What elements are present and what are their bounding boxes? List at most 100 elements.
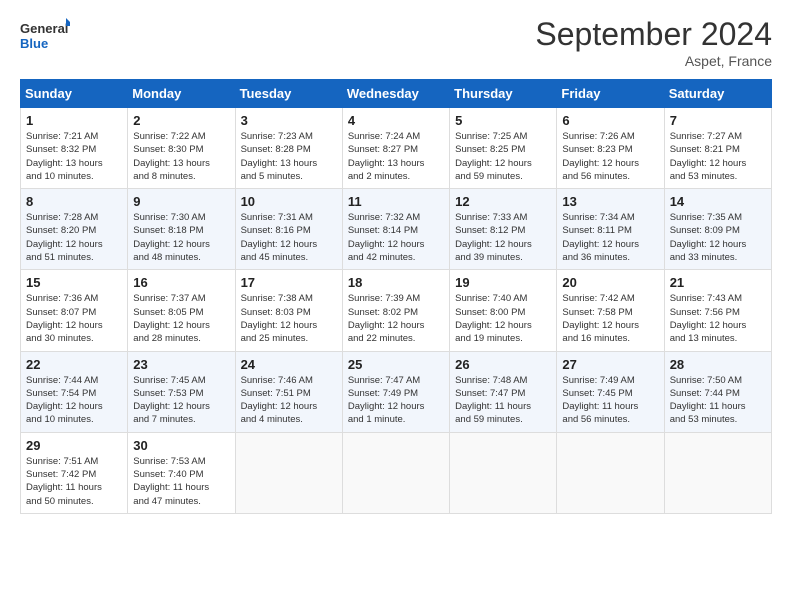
calendar-day-14: 14 Sunrise: 7:35 AMSunset: 8:09 PMDayligh…	[664, 189, 771, 270]
day-info: Sunrise: 7:37 AMSunset: 8:05 PMDaylight:…	[133, 292, 229, 345]
logo: General Blue	[20, 16, 70, 56]
day-info: Sunrise: 7:42 AMSunset: 7:58 PMDaylight:…	[562, 292, 658, 345]
calendar-day-19: 19 Sunrise: 7:40 AMSunset: 8:00 PMDayligh…	[450, 270, 557, 351]
day-info: Sunrise: 7:22 AMSunset: 8:30 PMDaylight:…	[133, 130, 229, 183]
empty-cell	[557, 432, 664, 513]
calendar-header: SundayMondayTuesdayWednesdayThursdayFrid…	[21, 80, 772, 108]
day-info: Sunrise: 7:25 AMSunset: 8:25 PMDaylight:…	[455, 130, 551, 183]
day-info: Sunrise: 7:53 AMSunset: 7:40 PMDaylight:…	[133, 455, 229, 508]
calendar-day-18: 18 Sunrise: 7:39 AMSunset: 8:02 PMDayligh…	[342, 270, 449, 351]
page: General Blue September 2024 Aspet, Franc…	[0, 0, 792, 612]
calendar-week-3: 15 Sunrise: 7:36 AMSunset: 8:07 PMDayligh…	[21, 270, 772, 351]
day-info: Sunrise: 7:27 AMSunset: 8:21 PMDaylight:…	[670, 130, 766, 183]
day-info: Sunrise: 7:43 AMSunset: 7:56 PMDaylight:…	[670, 292, 766, 345]
day-number: 6	[562, 113, 658, 128]
day-number: 12	[455, 194, 551, 209]
day-number: 28	[670, 357, 766, 372]
day-info: Sunrise: 7:49 AMSunset: 7:45 PMDaylight:…	[562, 374, 658, 427]
svg-text:General: General	[20, 21, 68, 36]
day-info: Sunrise: 7:23 AMSunset: 8:28 PMDaylight:…	[241, 130, 337, 183]
calendar-day-11: 11 Sunrise: 7:32 AMSunset: 8:14 PMDayligh…	[342, 189, 449, 270]
header-cell-sunday: Sunday	[21, 80, 128, 108]
day-info: Sunrise: 7:36 AMSunset: 8:07 PMDaylight:…	[26, 292, 122, 345]
calendar-day-28: 28Sunrise: 7:50 AMSunset: 7:44 PMDayligh…	[664, 351, 771, 432]
day-number: 11	[348, 194, 444, 209]
header-cell-tuesday: Tuesday	[235, 80, 342, 108]
header-cell-thursday: Thursday	[450, 80, 557, 108]
calendar-day-4: 4 Sunrise: 7:24 AMSunset: 8:27 PMDaylight…	[342, 108, 449, 189]
day-info: Sunrise: 7:31 AMSunset: 8:16 PMDaylight:…	[241, 211, 337, 264]
calendar-day-25: 25 Sunrise: 7:47 AMSunset: 7:49 PMDayligh…	[342, 351, 449, 432]
day-info: Sunrise: 7:39 AMSunset: 8:02 PMDaylight:…	[348, 292, 444, 345]
calendar-day-3: 3 Sunrise: 7:23 AMSunset: 8:28 PMDaylight…	[235, 108, 342, 189]
day-info: Sunrise: 7:32 AMSunset: 8:14 PMDaylight:…	[348, 211, 444, 264]
day-number: 8	[26, 194, 122, 209]
calendar-day-26: 26Sunrise: 7:48 AMSunset: 7:47 PMDayligh…	[450, 351, 557, 432]
header-cell-friday: Friday	[557, 80, 664, 108]
calendar-day-12: 12 Sunrise: 7:33 AMSunset: 8:12 PMDayligh…	[450, 189, 557, 270]
calendar-day-22: 22 Sunrise: 7:44 AMSunset: 7:54 PMDayligh…	[21, 351, 128, 432]
day-number: 25	[348, 357, 444, 372]
day-info: Sunrise: 7:33 AMSunset: 8:12 PMDaylight:…	[455, 211, 551, 264]
header-cell-monday: Monday	[128, 80, 235, 108]
calendar-body: 1 Sunrise: 7:21 AMSunset: 8:32 PMDaylight…	[21, 108, 772, 514]
day-number: 15	[26, 275, 122, 290]
day-number: 1	[26, 113, 122, 128]
calendar-day-9: 9Sunrise: 7:30 AMSunset: 8:18 PMDaylight…	[128, 189, 235, 270]
day-info: Sunrise: 7:26 AMSunset: 8:23 PMDaylight:…	[562, 130, 658, 183]
day-number: 3	[241, 113, 337, 128]
calendar-day-29: 29 Sunrise: 7:51 AMSunset: 7:42 PMDayligh…	[21, 432, 128, 513]
calendar-week-5: 29 Sunrise: 7:51 AMSunset: 7:42 PMDayligh…	[21, 432, 772, 513]
day-number: 20	[562, 275, 658, 290]
day-number: 7	[670, 113, 766, 128]
day-number: 14	[670, 194, 766, 209]
calendar-day-16: 16Sunrise: 7:37 AMSunset: 8:05 PMDayligh…	[128, 270, 235, 351]
day-info: Sunrise: 7:34 AMSunset: 8:11 PMDaylight:…	[562, 211, 658, 264]
calendar-day-10: 10 Sunrise: 7:31 AMSunset: 8:16 PMDayligh…	[235, 189, 342, 270]
calendar-day-2: 2Sunrise: 7:22 AMSunset: 8:30 PMDaylight…	[128, 108, 235, 189]
header: General Blue September 2024 Aspet, Franc…	[20, 16, 772, 69]
day-info: Sunrise: 7:48 AMSunset: 7:47 PMDaylight:…	[455, 374, 551, 427]
day-number: 17	[241, 275, 337, 290]
calendar-day-20: 20 Sunrise: 7:42 AMSunset: 7:58 PMDayligh…	[557, 270, 664, 351]
day-number: 4	[348, 113, 444, 128]
day-number: 10	[241, 194, 337, 209]
day-info: Sunrise: 7:38 AMSunset: 8:03 PMDaylight:…	[241, 292, 337, 345]
header-cell-wednesday: Wednesday	[342, 80, 449, 108]
day-number: 13	[562, 194, 658, 209]
day-info: Sunrise: 7:47 AMSunset: 7:49 PMDaylight:…	[348, 374, 444, 427]
month-title: September 2024	[535, 16, 772, 53]
day-info: Sunrise: 7:28 AMSunset: 8:20 PMDaylight:…	[26, 211, 122, 264]
day-number: 21	[670, 275, 766, 290]
day-number: 22	[26, 357, 122, 372]
day-info: Sunrise: 7:46 AMSunset: 7:51 PMDaylight:…	[241, 374, 337, 427]
calendar-week-4: 22 Sunrise: 7:44 AMSunset: 7:54 PMDayligh…	[21, 351, 772, 432]
calendar-day-17: 17 Sunrise: 7:38 AMSunset: 8:03 PMDayligh…	[235, 270, 342, 351]
title-block: September 2024 Aspet, France	[535, 16, 772, 69]
calendar-table: SundayMondayTuesdayWednesdayThursdayFrid…	[20, 79, 772, 514]
calendar-day-24: 24Sunrise: 7:46 AMSunset: 7:51 PMDayligh…	[235, 351, 342, 432]
day-info: Sunrise: 7:40 AMSunset: 8:00 PMDaylight:…	[455, 292, 551, 345]
header-cell-saturday: Saturday	[664, 80, 771, 108]
calendar-day-7: 7 Sunrise: 7:27 AMSunset: 8:21 PMDaylight…	[664, 108, 771, 189]
day-number: 19	[455, 275, 551, 290]
calendar-week-2: 8 Sunrise: 7:28 AMSunset: 8:20 PMDaylight…	[21, 189, 772, 270]
day-info: Sunrise: 7:44 AMSunset: 7:54 PMDaylight:…	[26, 374, 122, 427]
calendar-day-21: 21 Sunrise: 7:43 AMSunset: 7:56 PMDayligh…	[664, 270, 771, 351]
calendar-day-6: 6 Sunrise: 7:26 AMSunset: 8:23 PMDaylight…	[557, 108, 664, 189]
day-info: Sunrise: 7:51 AMSunset: 7:42 PMDaylight:…	[26, 455, 122, 508]
day-info: Sunrise: 7:35 AMSunset: 8:09 PMDaylight:…	[670, 211, 766, 264]
day-info: Sunrise: 7:21 AMSunset: 8:32 PMDaylight:…	[26, 130, 122, 183]
location: Aspet, France	[535, 53, 772, 69]
day-info: Sunrise: 7:24 AMSunset: 8:27 PMDaylight:…	[348, 130, 444, 183]
calendar-day-23: 23Sunrise: 7:45 AMSunset: 7:53 PMDayligh…	[128, 351, 235, 432]
day-number: 18	[348, 275, 444, 290]
svg-text:Blue: Blue	[20, 36, 48, 51]
logo-svg: General Blue	[20, 16, 70, 56]
calendar-day-15: 15 Sunrise: 7:36 AMSunset: 8:07 PMDayligh…	[21, 270, 128, 351]
day-number: 30	[133, 438, 229, 453]
day-number: 9	[133, 194, 229, 209]
calendar-day-13: 13 Sunrise: 7:34 AMSunset: 8:11 PMDayligh…	[557, 189, 664, 270]
calendar-day-27: 27Sunrise: 7:49 AMSunset: 7:45 PMDayligh…	[557, 351, 664, 432]
day-number: 29	[26, 438, 122, 453]
